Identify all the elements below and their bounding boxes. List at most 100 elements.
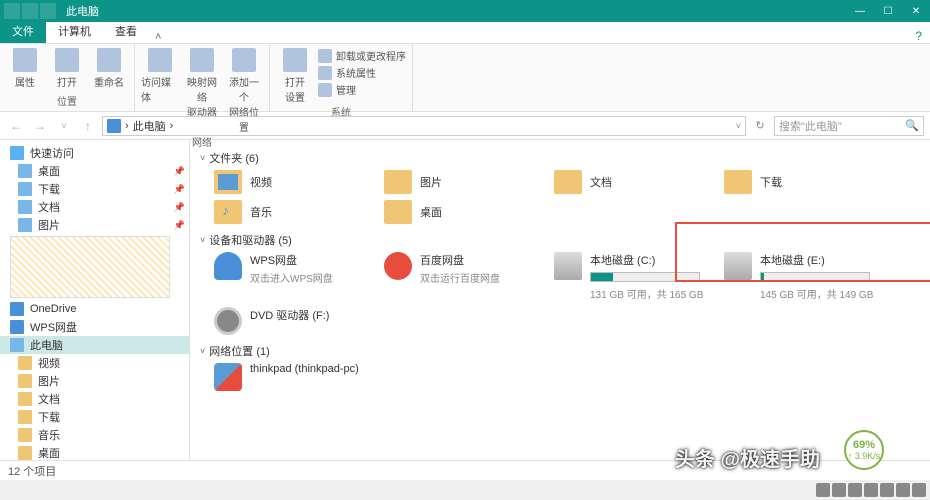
open-button[interactable]: 打开 — [48, 48, 86, 89]
dvd-icon — [214, 307, 242, 335]
qat-icon[interactable] — [40, 3, 56, 19]
network-location[interactable]: thinkpad (thinkpad-pc) — [214, 363, 364, 391]
recent-dropdown[interactable]: ˅ — [54, 116, 74, 136]
chevron-down-icon: ˅ — [200, 235, 205, 245]
folder-downloads[interactable]: 下载 — [724, 170, 874, 194]
search-input[interactable]: 搜索"此电脑" 🔍 — [774, 116, 924, 136]
sidebar-wps[interactable]: WPS网盘 — [0, 318, 189, 336]
properties-button[interactable]: 属性 — [6, 48, 44, 89]
refresh-button[interactable]: ↻ — [750, 119, 770, 132]
device-drive-e[interactable]: 本地磁盘 (E:)145 GB 可用，共 149 GB — [724, 252, 874, 301]
settings-icon — [283, 48, 307, 72]
folder-icon — [18, 392, 32, 406]
documents-icon — [18, 200, 32, 214]
folder-icon — [384, 200, 412, 224]
ribbon-group-network: 访问媒体 映射网络 驱动器 添加一个 网络位置 网络 — [135, 44, 270, 111]
tab-view[interactable]: 查看 — [103, 19, 149, 43]
close-button[interactable]: ✕ — [902, 0, 930, 22]
pin-icon: 📌 — [174, 220, 185, 231]
device-wps[interactable]: WPS网盘双击进入WPS网盘 — [214, 252, 364, 301]
section-folders[interactable]: ˅文件夹 (6) — [200, 150, 920, 166]
wps-icon — [10, 320, 24, 334]
system-properties-button[interactable]: 系统属性 — [318, 65, 406, 80]
content-pane: ˅文件夹 (6) 视频 图片 文档 下载 音乐 桌面 ˅设备和驱动器 (5) W… — [190, 140, 930, 478]
open-settings-button[interactable]: 打开 设置 — [276, 48, 314, 104]
map-drive-button[interactable]: 映射网络 驱动器 — [183, 48, 221, 119]
folder-videos[interactable]: 视频 — [214, 170, 364, 194]
folder-icon — [18, 356, 32, 370]
tray-icon[interactable] — [896, 483, 910, 497]
speed-widget[interactable]: 69% ↑ 3.9K/s — [844, 430, 884, 470]
sysprops-icon — [318, 66, 332, 80]
uninstall-button[interactable]: 卸载或更改程序 — [318, 48, 406, 63]
sidebar-item-downloads[interactable]: 下载📌 — [0, 180, 189, 198]
folder-desktop[interactable]: 桌面 — [384, 200, 534, 224]
qat-icon[interactable] — [4, 3, 20, 19]
tray-icon[interactable] — [912, 483, 926, 497]
usage-bar — [760, 272, 870, 282]
add-network-icon — [232, 48, 256, 72]
window-title: 此电脑 — [60, 3, 99, 19]
access-media-button[interactable]: 访问媒体 — [141, 48, 179, 104]
up-button[interactable]: ↑ — [78, 116, 98, 136]
sidebar-thumbnail[interactable] — [10, 236, 170, 298]
rename-icon — [97, 48, 121, 72]
sidebar-item-music[interactable]: 音乐 — [0, 426, 189, 444]
watermark: 头条 @极速手助 — [675, 443, 820, 472]
sidebar-item-downloads[interactable]: 下载 — [0, 408, 189, 426]
back-button[interactable]: ← — [6, 116, 26, 136]
folder-icon — [18, 374, 32, 388]
help-icon[interactable]: ? — [907, 29, 930, 43]
folder-icon — [214, 200, 242, 224]
rename-button[interactable]: 重命名 — [90, 48, 128, 89]
forward-button[interactable]: → — [30, 116, 50, 136]
tray-icon[interactable] — [832, 483, 846, 497]
minimize-ribbon-button[interactable]: ˄ — [149, 31, 167, 43]
tray-icon[interactable] — [848, 483, 862, 497]
chevron-down-icon: ˅ — [200, 346, 205, 356]
address-dropdown[interactable]: ˅ — [736, 121, 741, 131]
section-devices[interactable]: ˅设备和驱动器 (5) — [200, 232, 920, 248]
sidebar-this-pc[interactable]: 此电脑 — [0, 336, 189, 354]
device-drive-c[interactable]: 本地磁盘 (C:)131 GB 可用，共 165 GB — [554, 252, 704, 301]
device-dvd[interactable]: DVD 驱动器 (F:) — [214, 307, 364, 335]
tab-computer[interactable]: 计算机 — [46, 19, 103, 43]
sidebar-item-pictures[interactable]: 图片📌 — [0, 216, 189, 234]
minimize-button[interactable]: — — [846, 0, 874, 22]
location-icon — [107, 119, 121, 133]
folder-icon — [214, 170, 242, 194]
manage-button[interactable]: 管理 — [318, 82, 406, 97]
tray-icon[interactable] — [816, 483, 830, 497]
manage-icon — [318, 83, 332, 97]
qat-icon[interactable] — [22, 3, 38, 19]
open-icon — [55, 48, 79, 72]
chevron-down-icon: ˅ — [200, 153, 205, 163]
sidebar-item-desktop[interactable]: 桌面📌 — [0, 162, 189, 180]
sidebar-item-videos[interactable]: 视频 — [0, 354, 189, 372]
sidebar-onedrive[interactable]: OneDrive — [0, 300, 189, 318]
tray-icon[interactable] — [864, 483, 878, 497]
sidebar-quick-access[interactable]: 快速访问 — [0, 144, 189, 162]
maximize-button[interactable]: ☐ — [874, 0, 902, 22]
folder-pictures[interactable]: 图片 — [384, 170, 534, 194]
pin-icon: 📌 — [174, 202, 185, 213]
ribbon: 属性 打开 重命名 位置 访问媒体 映射网络 驱动器 添加一个 网络位置 网络 … — [0, 44, 930, 112]
folder-music[interactable]: 音乐 — [214, 200, 364, 224]
folder-icon — [18, 428, 32, 442]
speed-percent: 69% — [853, 439, 875, 451]
pc-icon — [10, 338, 24, 352]
window-controls: — ☐ ✕ — [846, 0, 930, 22]
tray-icon[interactable] — [880, 483, 894, 497]
sidebar-item-documents[interactable]: 文档 — [0, 390, 189, 408]
baidu-icon — [384, 252, 412, 280]
breadcrumb-item[interactable]: 此电脑 — [133, 118, 166, 134]
folder-documents[interactable]: 文档 — [554, 170, 704, 194]
section-network[interactable]: ˅网络位置 (1) — [200, 343, 920, 359]
sidebar-item-pictures[interactable]: 图片 — [0, 372, 189, 390]
address-bar[interactable]: › 此电脑 › ˅ — [102, 116, 746, 136]
pictures-icon — [18, 218, 32, 232]
sidebar-item-documents[interactable]: 文档📌 — [0, 198, 189, 216]
ribbon-tabs: 文件 计算机 查看 ˄ ? — [0, 22, 930, 44]
tab-file[interactable]: 文件 — [0, 19, 46, 43]
device-baidu[interactable]: 百度网盘双击运行百度网盘 — [384, 252, 534, 301]
